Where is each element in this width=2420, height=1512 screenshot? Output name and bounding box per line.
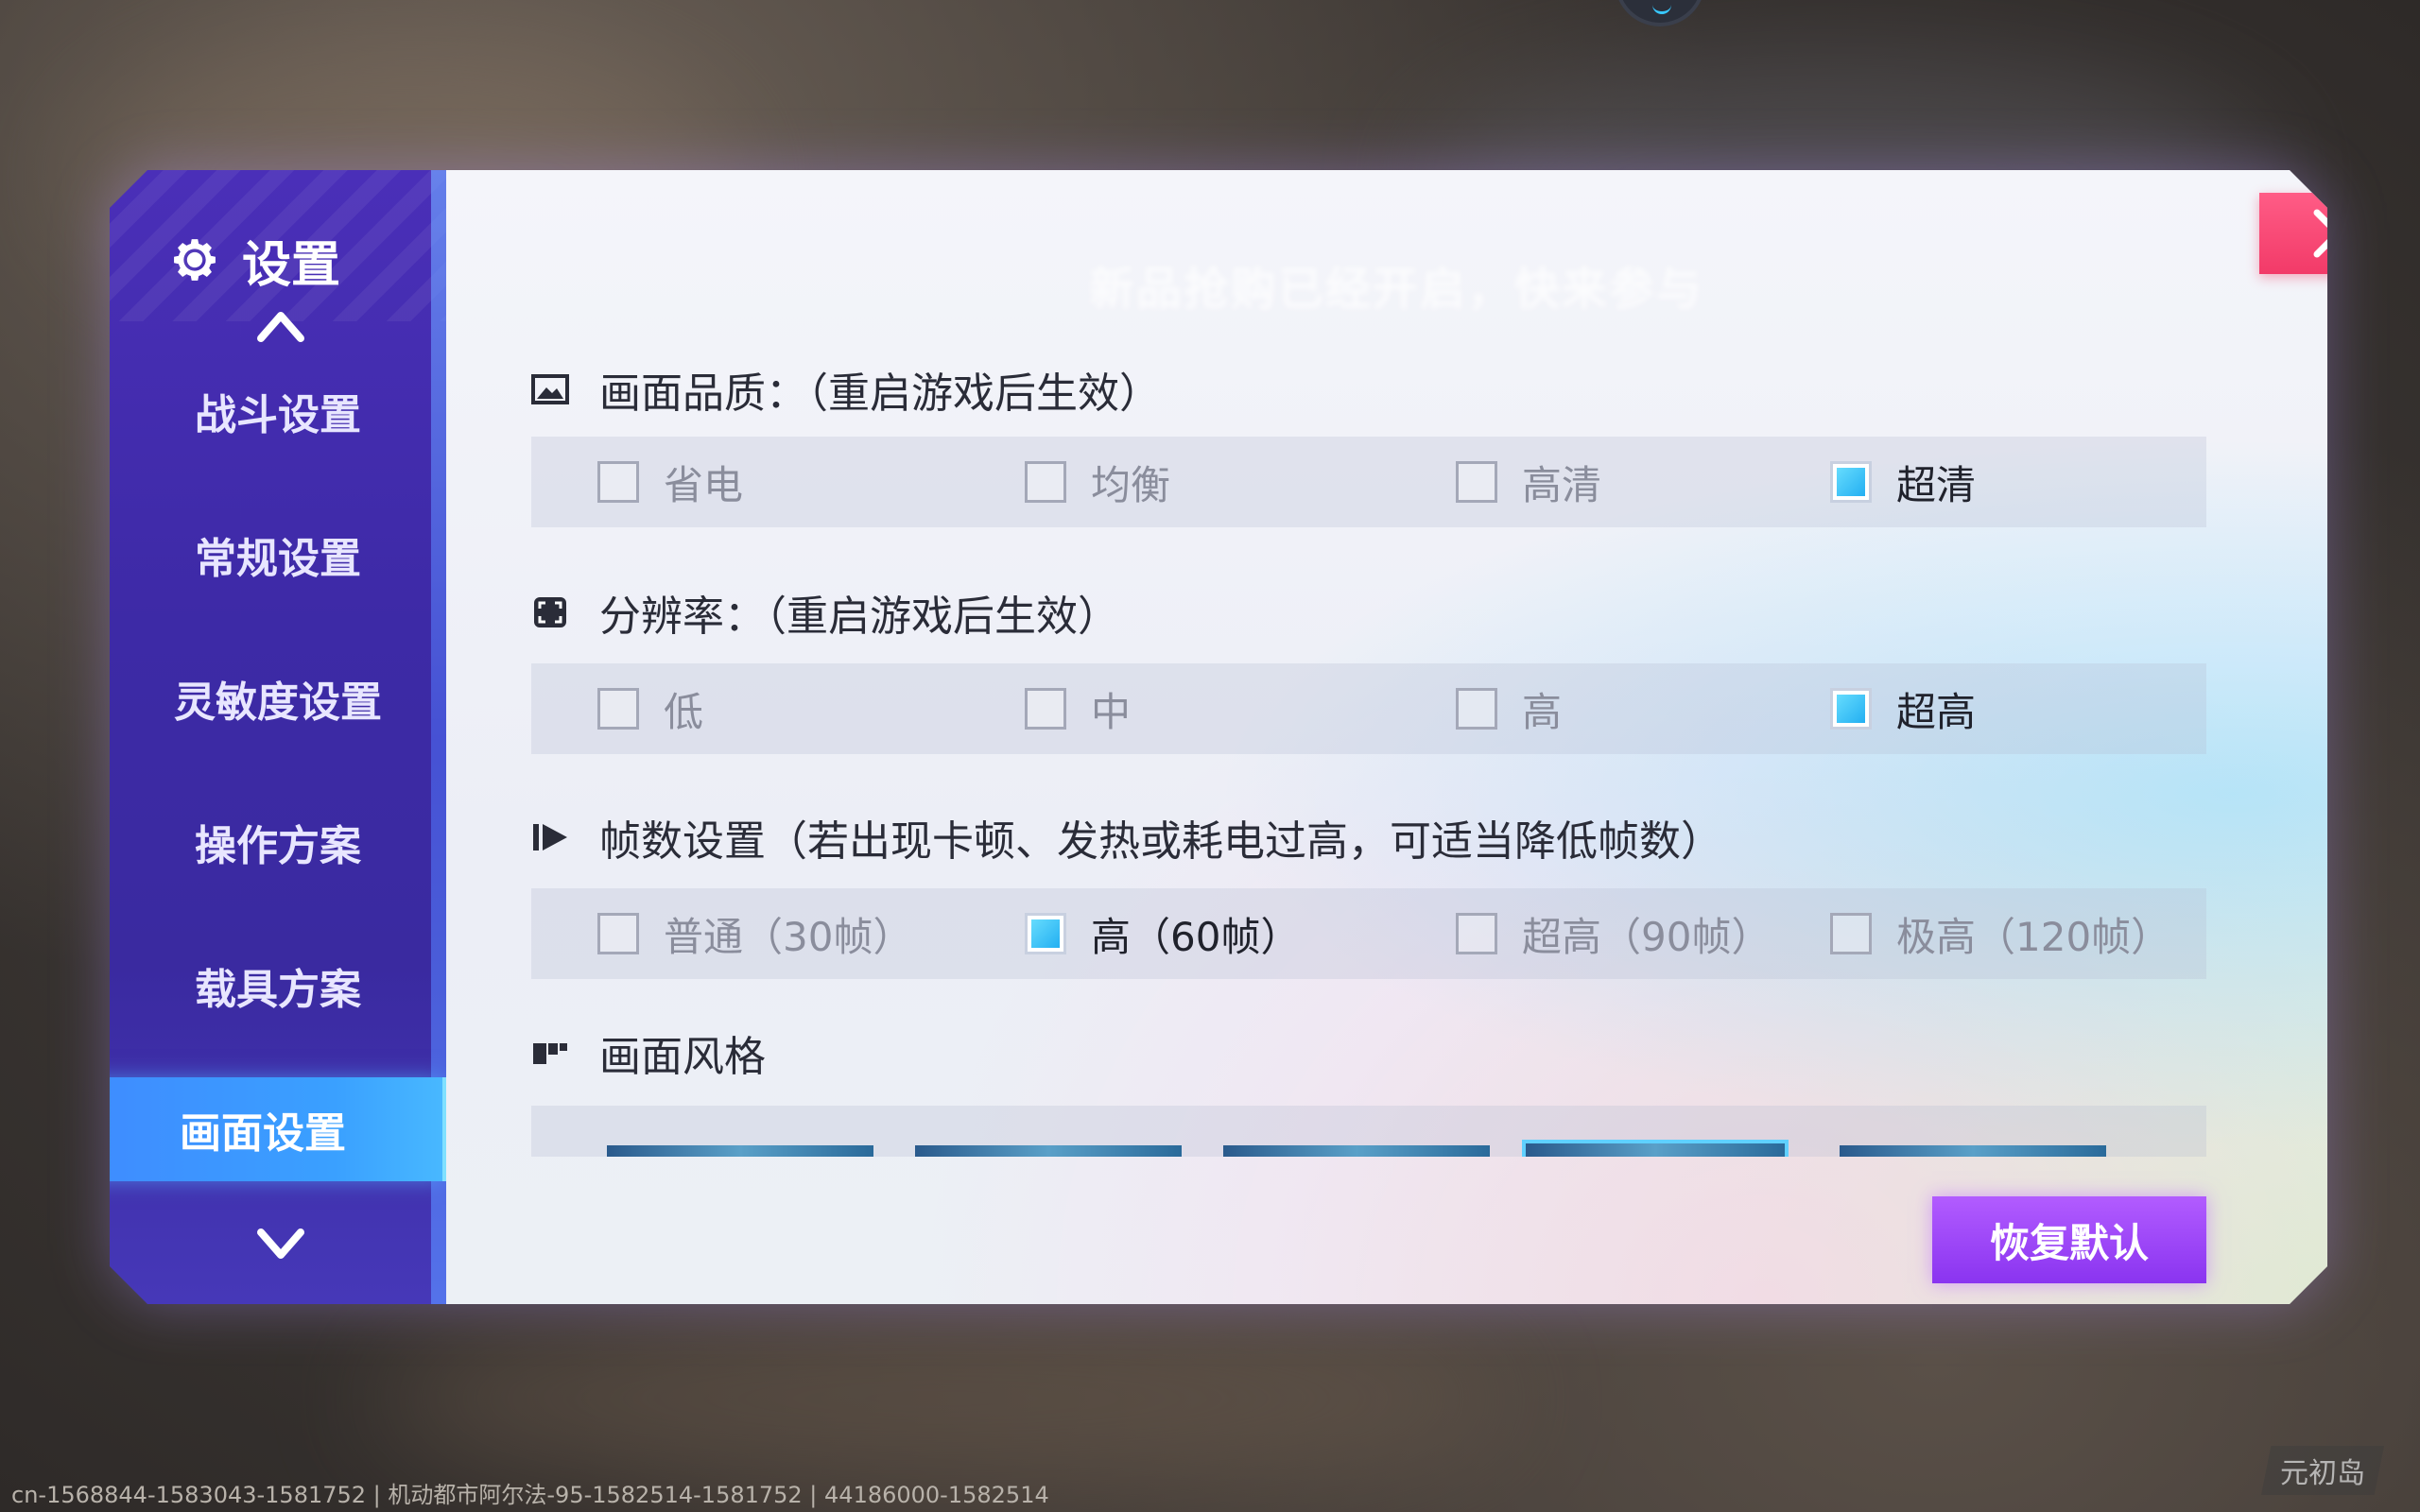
top-orb-indicator bbox=[1615, 0, 1705, 26]
resolution-option-low[interactable]: 低 bbox=[597, 663, 703, 754]
chevron-up-icon[interactable] bbox=[255, 306, 306, 344]
style-thumbnail[interactable] bbox=[1223, 1145, 1490, 1157]
resolution-option-high[interactable]: 高 bbox=[1456, 663, 1562, 754]
quality-option-balanced[interactable]: 均衡 bbox=[1025, 437, 1170, 527]
watermark-logo: 元初岛 bbox=[2261, 1446, 2384, 1495]
resolution-option-ultra-high[interactable]: 超高 bbox=[1830, 663, 1976, 754]
sidebar-item-general[interactable]: 常规设置 bbox=[110, 503, 446, 607]
quality-option-ultra[interactable]: 超清 bbox=[1830, 437, 1976, 527]
quality-option-power-saving[interactable]: 省电 bbox=[597, 437, 743, 527]
build-id-text: cn-1568844-1583043-1581752 | 机动都市阿尔法-95-… bbox=[11, 1482, 1049, 1508]
framerate-options: 普通（30帧） 高（60帧） 超高（90帧） 极高（120帧） bbox=[531, 888, 2206, 979]
framerate-section-title: 帧数设置（若出现卡顿、发热或耗电过高，可适当降低帧数） bbox=[531, 809, 1722, 866]
close-button[interactable] bbox=[2259, 193, 2327, 274]
sidebar-title: 设置 bbox=[168, 227, 341, 294]
sidebar-item-graphics[interactable]: 画面设置 bbox=[110, 1077, 452, 1181]
resolution-section-title: 分辨率：（重启游戏后生效） bbox=[531, 584, 1119, 641]
settings-sidebar: 设置 战斗设置 常规设置 灵敏度设置 操作方案 载具方案 画面设置 bbox=[110, 170, 461, 1304]
framerate-option-90[interactable]: 超高（90帧） bbox=[1456, 888, 1771, 979]
style-thumbnails bbox=[531, 1106, 2206, 1157]
sidebar-item-sensitivity[interactable]: 灵敏度设置 bbox=[110, 646, 446, 750]
sidebar-item-combat[interactable]: 战斗设置 bbox=[110, 359, 446, 463]
framerate-option-60[interactable]: 高（60帧） bbox=[1025, 888, 1300, 979]
style-thumbnail[interactable] bbox=[915, 1145, 1182, 1157]
play-icon bbox=[533, 824, 567, 850]
chevron-down-icon[interactable] bbox=[255, 1227, 306, 1264]
sidebar-item-controls[interactable]: 操作方案 bbox=[110, 790, 446, 894]
palette-icon bbox=[533, 1043, 567, 1064]
framerate-option-120[interactable]: 极高（120帧） bbox=[1830, 888, 2170, 979]
gear-icon bbox=[174, 239, 216, 281]
framerate-option-30[interactable]: 普通（30帧） bbox=[597, 888, 912, 979]
style-section-title: 画面风格 bbox=[531, 1024, 766, 1081]
resolution-options: 低 中 高 超高 bbox=[531, 663, 2206, 754]
quality-section-title: 画面品质：（重启游戏后生效） bbox=[531, 361, 1161, 418]
resolution-option-medium[interactable]: 中 bbox=[1025, 663, 1131, 754]
quality-option-hd[interactable]: 高清 bbox=[1456, 437, 1601, 527]
sidebar-item-vehicle[interactable]: 载具方案 bbox=[110, 934, 446, 1038]
image-icon bbox=[531, 374, 569, 404]
ghost-banner-text: 新品抢购已经开启，快来参与 bbox=[1089, 263, 1704, 316]
quality-options: 省电 均衡 高清 超清 bbox=[531, 437, 2206, 527]
reset-default-button[interactable]: 恢复默认 bbox=[1932, 1196, 2206, 1283]
style-thumbnail[interactable] bbox=[607, 1145, 873, 1157]
style-thumbnail[interactable] bbox=[1840, 1145, 2106, 1157]
sidebar-title-label: 设置 bbox=[242, 236, 341, 294]
fullscreen-icon bbox=[534, 597, 566, 627]
style-thumbnail-selected[interactable] bbox=[1522, 1140, 1789, 1157]
close-icon bbox=[2313, 209, 2327, 258]
